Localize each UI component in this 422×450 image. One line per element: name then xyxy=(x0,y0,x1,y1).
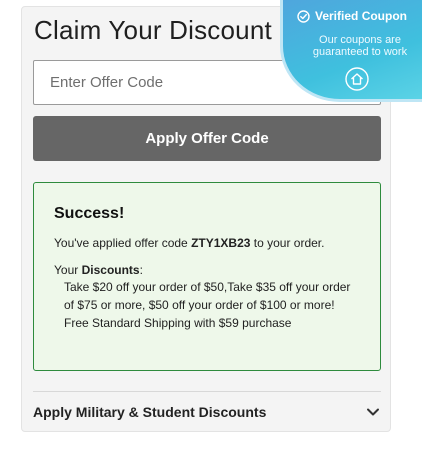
verified-coupon-subtitle: Our coupons are guaranteed to work xyxy=(312,34,408,58)
chevron-down-icon[interactable] xyxy=(365,404,381,420)
discount-item: Take $20 off your order of $50,Take $35 … xyxy=(64,280,351,312)
success-message: Success! You've applied offer code ZTY1X… xyxy=(33,182,381,371)
section-divider xyxy=(33,391,381,392)
applied-code-text: You've applied offer code ZTY1XB23 to yo… xyxy=(54,235,360,251)
discounts-colon: : xyxy=(139,263,143,277)
success-heading: Success! xyxy=(54,205,125,222)
home-icon xyxy=(345,67,369,91)
discounts-prefix: Your xyxy=(54,263,82,277)
discounts-word: Discounts xyxy=(81,263,140,277)
applied-prefix: You've applied offer code xyxy=(54,236,192,250)
check-circle-icon xyxy=(297,9,310,23)
discount-item: Free Standard Shipping with $59 purchase xyxy=(64,316,292,330)
military-student-discounts-label: Apply Military & Student Discounts xyxy=(33,404,267,420)
applied-suffix: to your order. xyxy=(250,236,325,250)
panel-title: Claim Your Discount xyxy=(34,15,272,45)
military-student-discounts-toggle[interactable]: Apply Military & Student Discounts xyxy=(33,399,381,425)
discounts-label: Your Discounts: xyxy=(54,262,360,278)
verified-coupon-title: Verified Coupon xyxy=(297,9,407,23)
apply-offer-code-button[interactable]: Apply Offer Code xyxy=(33,116,381,161)
verified-coupon-badge: Verified Coupon Our coupons are guarante… xyxy=(280,0,422,102)
offer-code: ZTY1XB23 xyxy=(191,236,251,250)
verified-coupon-title-text: Verified Coupon xyxy=(315,9,408,23)
